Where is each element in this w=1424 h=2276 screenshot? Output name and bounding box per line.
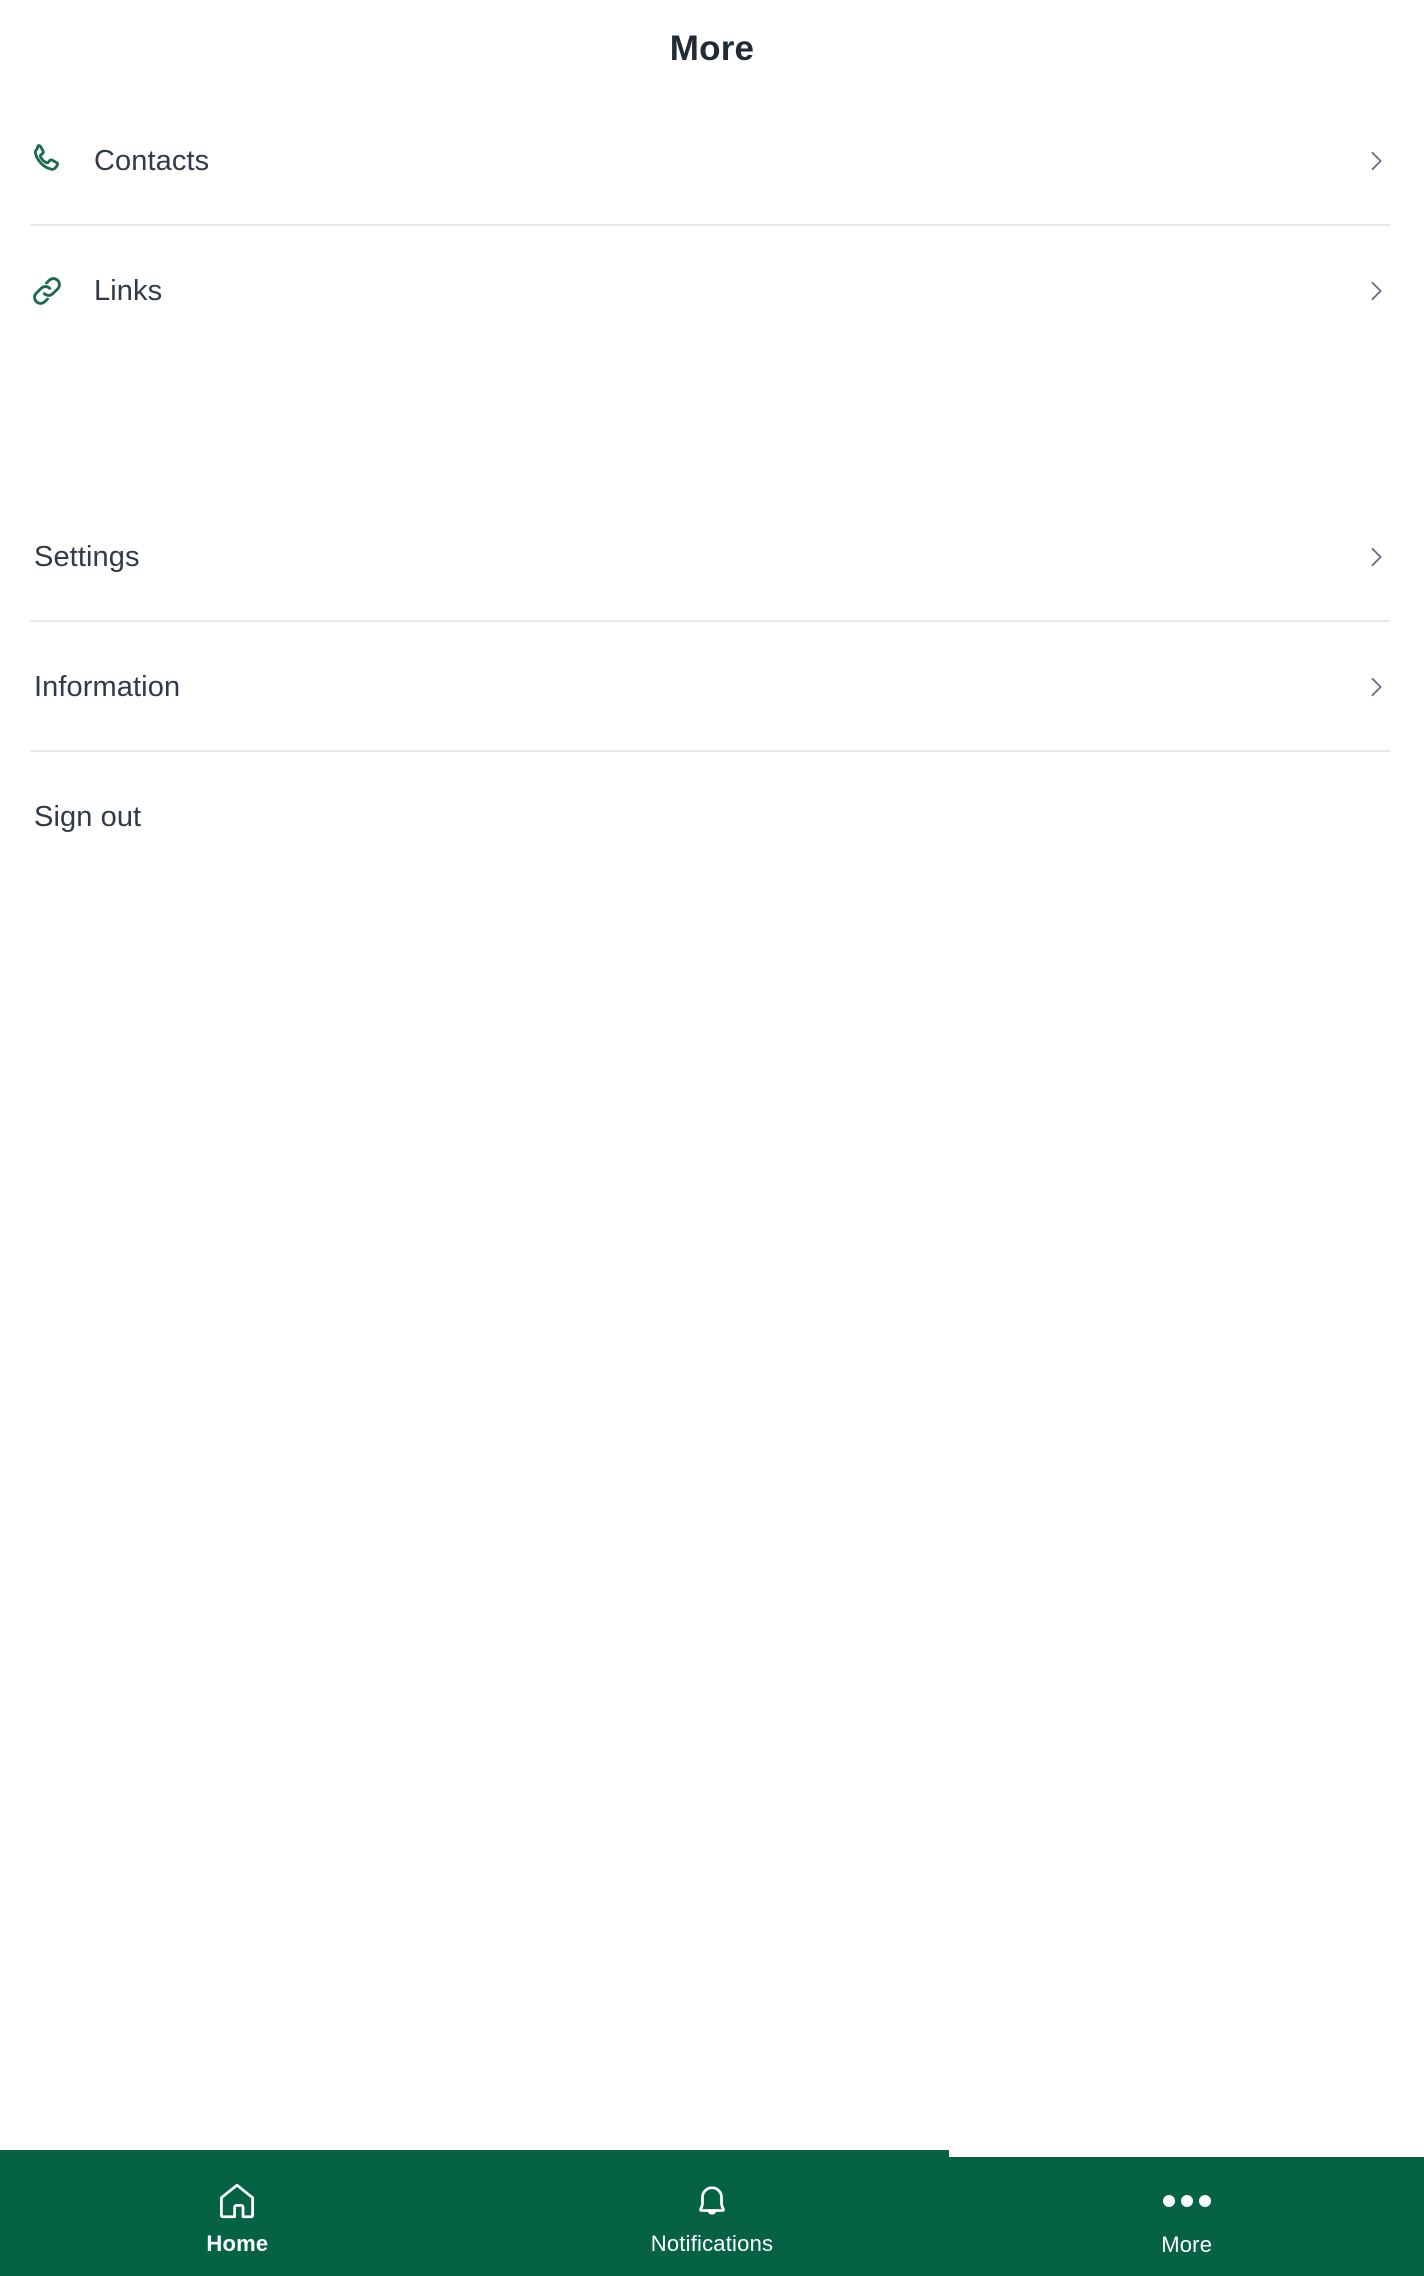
chevron-right-icon [1356, 670, 1390, 704]
menu-item-label: Information [34, 670, 181, 703]
nav-tab-notifications[interactable]: Notifications [474, 2150, 950, 2276]
menu-item-sign-out[interactable]: Sign out [0, 752, 1424, 882]
bottom-navigation-bar: Home Notifications More [0, 2150, 1424, 2276]
menu-content: Contacts Links Settings Information Sign… [0, 96, 1424, 2150]
nav-tab-label: Home [206, 2231, 269, 2256]
menu-item-label: Sign out [34, 800, 142, 833]
nav-tab-label: More [1161, 2231, 1213, 2257]
nav-tab-more[interactable]: More [949, 2157, 1424, 2276]
ellipsis-icon [1162, 2178, 1211, 2224]
menu-group-secondary: Settings Information Sign out [0, 492, 1424, 882]
menu-item-links[interactable]: Links [0, 226, 1424, 356]
menu-item-label: Contacts [94, 144, 210, 177]
menu-item-contacts[interactable]: Contacts [0, 96, 1424, 226]
menu-item-label: Links [94, 274, 163, 307]
menu-item-settings[interactable]: Settings [0, 492, 1424, 622]
phone-icon [24, 138, 70, 184]
link-icon [24, 268, 70, 314]
menu-group-primary: Contacts Links [0, 96, 1424, 356]
bell-icon [690, 2177, 734, 2223]
page-title: More [669, 28, 755, 68]
chevron-right-icon [1356, 540, 1390, 574]
nav-tab-home[interactable]: Home [0, 2150, 475, 2276]
menu-item-information[interactable]: Information [0, 622, 1424, 752]
home-icon [215, 2177, 259, 2223]
chevron-right-icon [1356, 274, 1390, 308]
menu-item-label: Settings [34, 540, 140, 573]
page-header: More [0, 0, 1424, 96]
nav-tab-label: Notifications [650, 2231, 774, 2256]
chevron-right-icon [1356, 144, 1390, 178]
more-screen: More Contacts Links Settings Information… [0, 0, 1424, 2276]
